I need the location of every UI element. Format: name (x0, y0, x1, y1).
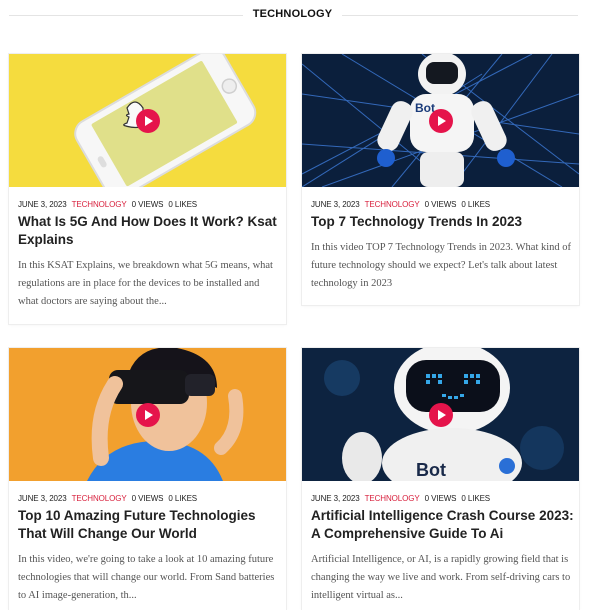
post-date: JUNE 3, 2023 (311, 200, 360, 209)
play-icon[interactable] (135, 402, 160, 427)
post-excerpt: In this video TOP 7 Technology Trends in… (311, 242, 572, 289)
views-count: 0 VIEWS (131, 494, 164, 503)
post-title[interactable]: Top 10 Amazing Future Technologies That … (18, 507, 283, 543)
video-card[interactable]: JUNE 3, 2023 TECHNOLOGY 0 VIEWS 0 LIKES Top… (9, 348, 286, 610)
post-date: JUNE 3, 2023 (18, 494, 67, 503)
play-icon[interactable] (428, 108, 453, 133)
views-count: 0 VIEWS (131, 200, 164, 209)
video-card[interactable]: Bot JUNE 3, 2023 TECHNOLOGY 0 VIEWS 0 LIKES… (302, 348, 579, 610)
post-title[interactable]: What Is 5G And How Does It Work? Ksat Ex… (18, 213, 283, 249)
play-icon[interactable] (428, 402, 453, 427)
section-header: TECHNOLOGY (0, 0, 594, 30)
likes-count: 0 LIKES (168, 200, 198, 209)
video-thumbnail[interactable]: Bot (302, 54, 579, 187)
post-meta: JUNE 3, 2023 TECHNOLOGY 0 VIEWS 0 LIKES (18, 494, 202, 503)
video-card[interactable]: Bot JUNE 3, 2023 TECHNOLOGY 0 VIEWS 0 LIKES… (302, 54, 579, 305)
post-excerpt: Artificial Intelligence, or AI, is a rap… (311, 554, 571, 601)
views-count: 0 VIEWS (424, 200, 457, 209)
video-thumbnail[interactable]: Bot (302, 348, 579, 481)
category-link[interactable]: TECHNOLOGY (365, 200, 420, 209)
video-thumbnail[interactable] (9, 348, 286, 481)
section-title: TECHNOLOGY (252, 8, 333, 20)
header-divider-left (9, 15, 243, 16)
post-date: JUNE 3, 2023 (18, 200, 67, 209)
post-excerpt: In this KSAT Explains, we breakdown what… (18, 260, 273, 307)
post-meta: JUNE 3, 2023 TECHNOLOGY 0 VIEWS 0 LIKES (311, 494, 495, 503)
header-divider-right (342, 15, 578, 16)
post-title[interactable]: Artificial Intelligence Crash Course 202… (311, 507, 576, 543)
likes-count: 0 LIKES (461, 200, 491, 209)
svg-text:Bot: Bot (416, 460, 446, 480)
category-link[interactable]: TECHNOLOGY (72, 494, 127, 503)
category-link[interactable]: TECHNOLOGY (72, 200, 127, 209)
post-title[interactable]: Top 7 Technology Trends In 2023 (311, 213, 576, 231)
video-thumbnail[interactable] (9, 54, 286, 187)
play-icon[interactable] (135, 108, 160, 133)
post-date: JUNE 3, 2023 (311, 494, 360, 503)
category-link[interactable]: TECHNOLOGY (365, 494, 420, 503)
post-excerpt: In this video, we're going to take a loo… (18, 554, 275, 601)
likes-count: 0 LIKES (461, 494, 491, 503)
likes-count: 0 LIKES (168, 494, 198, 503)
views-count: 0 VIEWS (424, 494, 457, 503)
post-meta: JUNE 3, 2023 TECHNOLOGY 0 VIEWS 0 LIKES (18, 200, 202, 209)
post-meta: JUNE 3, 2023 TECHNOLOGY 0 VIEWS 0 LIKES (311, 200, 495, 209)
video-card[interactable]: JUNE 3, 2023 TECHNOLOGY 0 VIEWS 0 LIKES Wha… (9, 54, 286, 324)
